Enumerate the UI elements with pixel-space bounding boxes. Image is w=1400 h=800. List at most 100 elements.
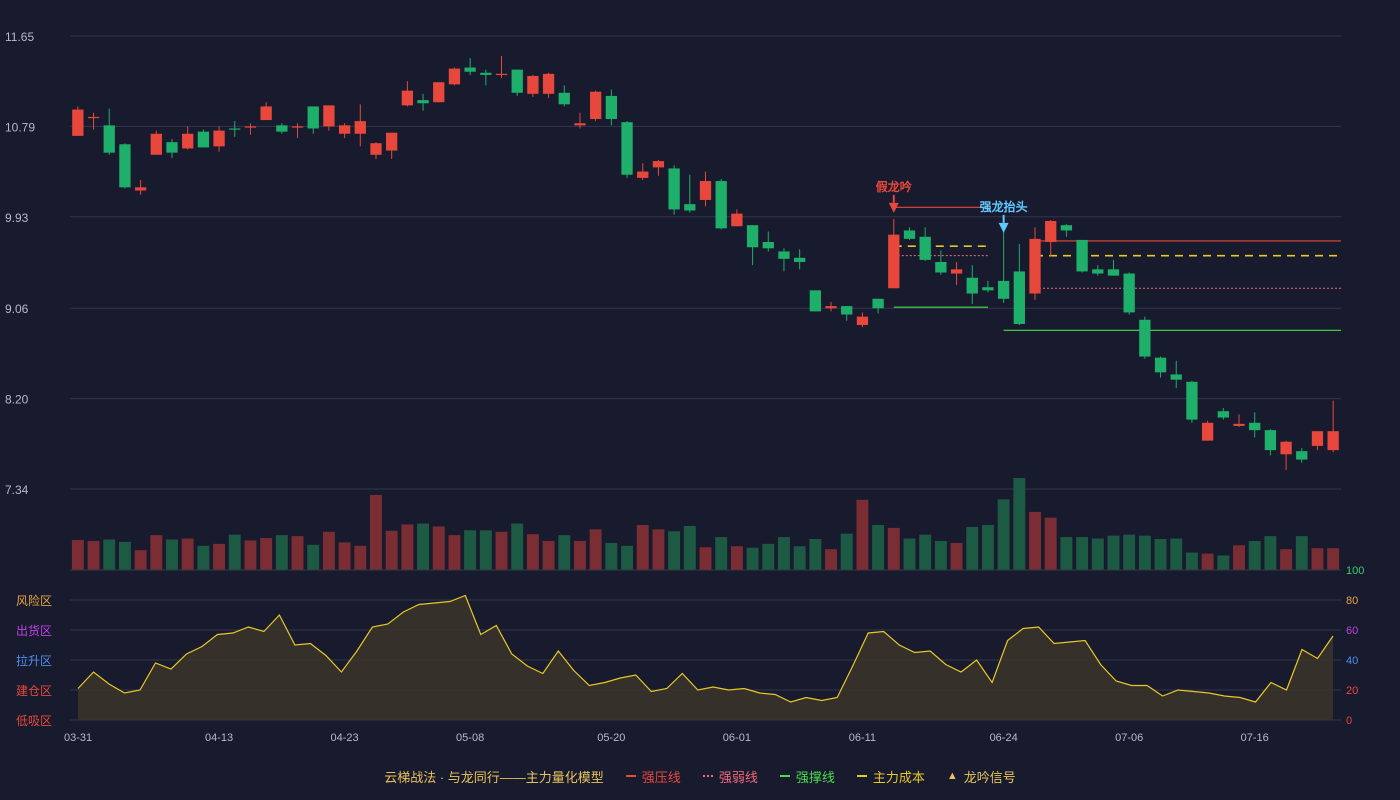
legend-item-weak-pressure[interactable]: 强弱线: [702, 767, 758, 786]
candle-body: [197, 131, 210, 148]
candle-body: [1060, 225, 1073, 231]
candle-body: [480, 72, 492, 75]
candle-body: [950, 269, 963, 274]
candle-body: [87, 116, 100, 119]
volume-bar: [542, 540, 555, 570]
volume-bar: [683, 525, 696, 570]
volume-bar: [370, 494, 382, 570]
volume-bar: [762, 543, 775, 570]
candle-body: [793, 257, 806, 262]
candlestick-chart: 11.65 10.79 9.93 9.06 8.20 7.34 0 20 40 60 80 100 风险…: [5, 30, 1364, 744]
candle-body: [1107, 269, 1120, 276]
candle-body: [1264, 430, 1277, 451]
volume-bar: [605, 542, 618, 570]
volume-bar: [401, 524, 414, 570]
x-tick-label: 05-20: [597, 732, 625, 744]
volume-bar: [950, 542, 963, 570]
volume-bar: [150, 535, 163, 570]
volume-bar: [746, 547, 759, 570]
volume-bar: [354, 545, 367, 570]
candle-body: [668, 168, 680, 210]
volume-bar: [1201, 553, 1214, 570]
legend-item-signal[interactable]: ▲ 龙吟信号: [947, 767, 1016, 786]
candle-body: [762, 242, 774, 249]
price-tick-label: 8.20: [5, 393, 29, 407]
volume-bar: [840, 533, 853, 570]
candle-body: [731, 213, 743, 227]
candle-body: [574, 123, 586, 126]
legend-label-strong-pressure: 强压线: [641, 769, 681, 785]
candle-body: [1092, 269, 1104, 274]
candle-body: [1154, 357, 1167, 373]
candle-body: [354, 121, 366, 134]
candle-body: [103, 125, 115, 153]
candle-body: [856, 316, 869, 326]
candle-body: [119, 144, 131, 188]
volume-bar: [934, 540, 947, 570]
legend-label-weak-pressure: 强弱线: [718, 769, 758, 785]
volume-bar: [1013, 478, 1026, 570]
signal-label: 假龙吟: [876, 179, 912, 194]
indicator-zone-label: 风险区: [16, 593, 52, 608]
candle-body: [338, 125, 351, 134]
volume-bar: [1091, 538, 1104, 570]
legend-label-signal: 龙吟信号: [963, 769, 1016, 785]
legend-swatch-main-cost: [856, 775, 867, 777]
legend-item-strong-pressure[interactable]: 强压线: [625, 767, 681, 786]
volume-bar: [260, 538, 273, 570]
candle-body: [1045, 220, 1057, 243]
volume-bar: [1280, 549, 1293, 570]
signal-arrow-icon: [998, 222, 1009, 233]
x-tick-label: 07-06: [1115, 732, 1143, 744]
volume-bar: [1029, 511, 1041, 570]
indicator-zone-label: 低吸区: [16, 714, 52, 728]
volume-bar: [464, 530, 477, 570]
legend-label-main-cost: 主力成本: [872, 769, 925, 785]
indicator-tick-label: 80: [1346, 595, 1358, 607]
price-tick-label: 11.65: [5, 30, 34, 44]
candle-body: [1280, 441, 1292, 455]
candle-body: [997, 280, 1010, 299]
candle-body: [966, 277, 978, 294]
candle-body: [291, 126, 304, 128]
volume-bar: [621, 545, 634, 570]
volume-bar: [1295, 536, 1308, 570]
volume-bar: [1217, 555, 1230, 570]
candle-body: [542, 73, 555, 94]
candle-body: [1201, 422, 1214, 441]
indicator-zone-label: 建仓区: [16, 684, 52, 698]
candle-body: [511, 69, 523, 93]
indicator-tick-label: 20: [1346, 685, 1358, 697]
signal-label: 强龙抬头: [980, 199, 1028, 214]
candle-body: [166, 142, 178, 153]
volume-bar: [777, 537, 790, 570]
candle-body: [872, 298, 884, 309]
candle-body: [182, 133, 194, 149]
candle-body: [1139, 319, 1151, 357]
volume-bar: [71, 539, 84, 570]
indicator-zone-label: 拉升区: [16, 653, 52, 668]
candle-body: [778, 251, 790, 259]
legend-title: 云梯战法 · 与龙同行——主力量化模型: [384, 769, 604, 785]
volume-bar: [1076, 537, 1089, 570]
candle-body: [1233, 423, 1245, 426]
volume-bar: [872, 524, 885, 570]
legend-item-main-cost[interactable]: 主力成本: [856, 767, 925, 786]
legend-item-support[interactable]: 强撑线: [779, 767, 835, 786]
candle-body: [903, 230, 916, 239]
candle-body: [558, 92, 570, 105]
volume-bar: [1264, 536, 1277, 570]
indicator-area: [78, 595, 1333, 720]
x-tick-label: 06-01: [723, 732, 751, 744]
candle-body: [307, 106, 319, 129]
volume-bar: [887, 527, 900, 570]
volume-bar: [919, 534, 932, 570]
candle-body: [888, 234, 900, 289]
candle-body: [1217, 411, 1229, 418]
x-tick-label: 03-31: [64, 732, 92, 744]
candle-body: [590, 91, 602, 120]
volume-bar: [1185, 552, 1198, 570]
volume-bar: [1107, 535, 1120, 570]
candle-body: [276, 125, 288, 132]
volume-bar: [1248, 540, 1261, 570]
